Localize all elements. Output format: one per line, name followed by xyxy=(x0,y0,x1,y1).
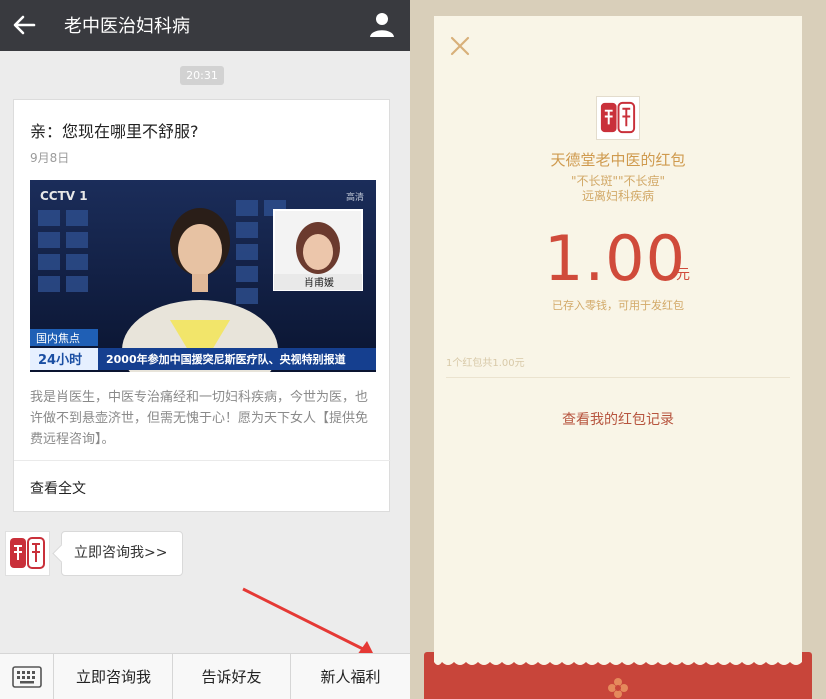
keyboard-icon xyxy=(12,666,42,688)
svg-text:肖甫媛: 肖甫媛 xyxy=(304,276,334,289)
flower-seal-icon xyxy=(608,678,628,698)
article-title: 亲：您现在哪里不舒服? xyxy=(30,122,199,141)
article-date: 9月8日 xyxy=(30,151,70,165)
article-cover-image: CCTV 1 高清 肖甫媛 国内焦点 24小时 2000年参加中国援突尼斯医疗队… xyxy=(30,180,376,372)
read-more-link[interactable]: 查看全文 xyxy=(30,478,86,498)
divider xyxy=(14,460,391,461)
back-arrow-icon[interactable] xyxy=(10,11,38,39)
news-broadcast-illustration: CCTV 1 高清 肖甫媛 国内焦点 24小时 2000年参加中国援突尼斯医疗队… xyxy=(30,180,376,372)
service-menu-bar: 立即咨询我 告诉好友 新人福利 xyxy=(0,653,410,699)
chat-screen: 老中医治妇科病 20:31 亲：您现在哪里不舒服? 9月8日 CCTV 1 高清… xyxy=(0,0,410,699)
deposit-note: 已存入零钱，可用于发红包 xyxy=(552,299,684,312)
red-packet-sender: 天德堂老中医的红包 xyxy=(550,151,686,169)
keyboard-toggle-button[interactable] xyxy=(0,654,54,699)
red-packet-amount: 1.00 xyxy=(544,222,687,295)
svg-text:高清: 高清 xyxy=(346,191,364,203)
menu-tell-friends[interactable]: 告诉好友 xyxy=(173,654,291,699)
article-card[interactable]: 亲：您现在哪里不舒服? 9月8日 CCTV 1 高清 肖甫媛 国内焦点 24小时… xyxy=(13,99,391,512)
red-packet-slogan-2: 远离妇科疾病 xyxy=(581,189,654,203)
sender-avatar[interactable] xyxy=(5,531,50,576)
scalloped-edge xyxy=(434,652,802,665)
svg-text:2000年参加中国援突尼斯医疗队、央视特别报道: 2000年参加中国援突尼斯医疗队、央视特别报道 xyxy=(106,352,346,366)
tiandetang-logo-icon xyxy=(600,101,636,134)
divider xyxy=(446,377,790,378)
menu-consult-now[interactable]: 立即咨询我 xyxy=(55,654,173,699)
profile-icon[interactable] xyxy=(368,10,396,38)
svg-text:24小时: 24小时 xyxy=(38,352,82,368)
red-packet-count: 1个红包共1.00元 xyxy=(446,358,525,369)
view-records-link[interactable]: 查看我的红包记录 xyxy=(434,409,802,429)
amount-unit: 元 xyxy=(676,267,690,283)
article-description: 我是肖医生，中医专治痛经和一切妇科疾病，今世为医，也许做不到悬壶济世，但需无愧于… xyxy=(30,390,369,447)
menu-new-user-benefits[interactable]: 新人福利 xyxy=(291,654,410,699)
message-timestamp: 20:31 xyxy=(180,66,224,85)
close-icon[interactable] xyxy=(450,36,470,56)
channel-logo: CCTV 1 xyxy=(40,189,88,203)
tiandetang-logo-icon xyxy=(10,537,45,569)
chat-title: 老中医治妇科病 xyxy=(64,16,190,37)
chat-header: 老中医治妇科病 xyxy=(0,0,410,51)
red-packet-screen: 天德堂老中医的红包 "不长斑""不长痘" 远离妇科疾病 1.00 元 已存入零钱… xyxy=(410,0,826,699)
consult-message-bubble[interactable]: 立即咨询我>> xyxy=(61,531,183,576)
sender-logo xyxy=(596,96,640,140)
svg-text:国内焦点: 国内焦点 xyxy=(36,331,80,345)
